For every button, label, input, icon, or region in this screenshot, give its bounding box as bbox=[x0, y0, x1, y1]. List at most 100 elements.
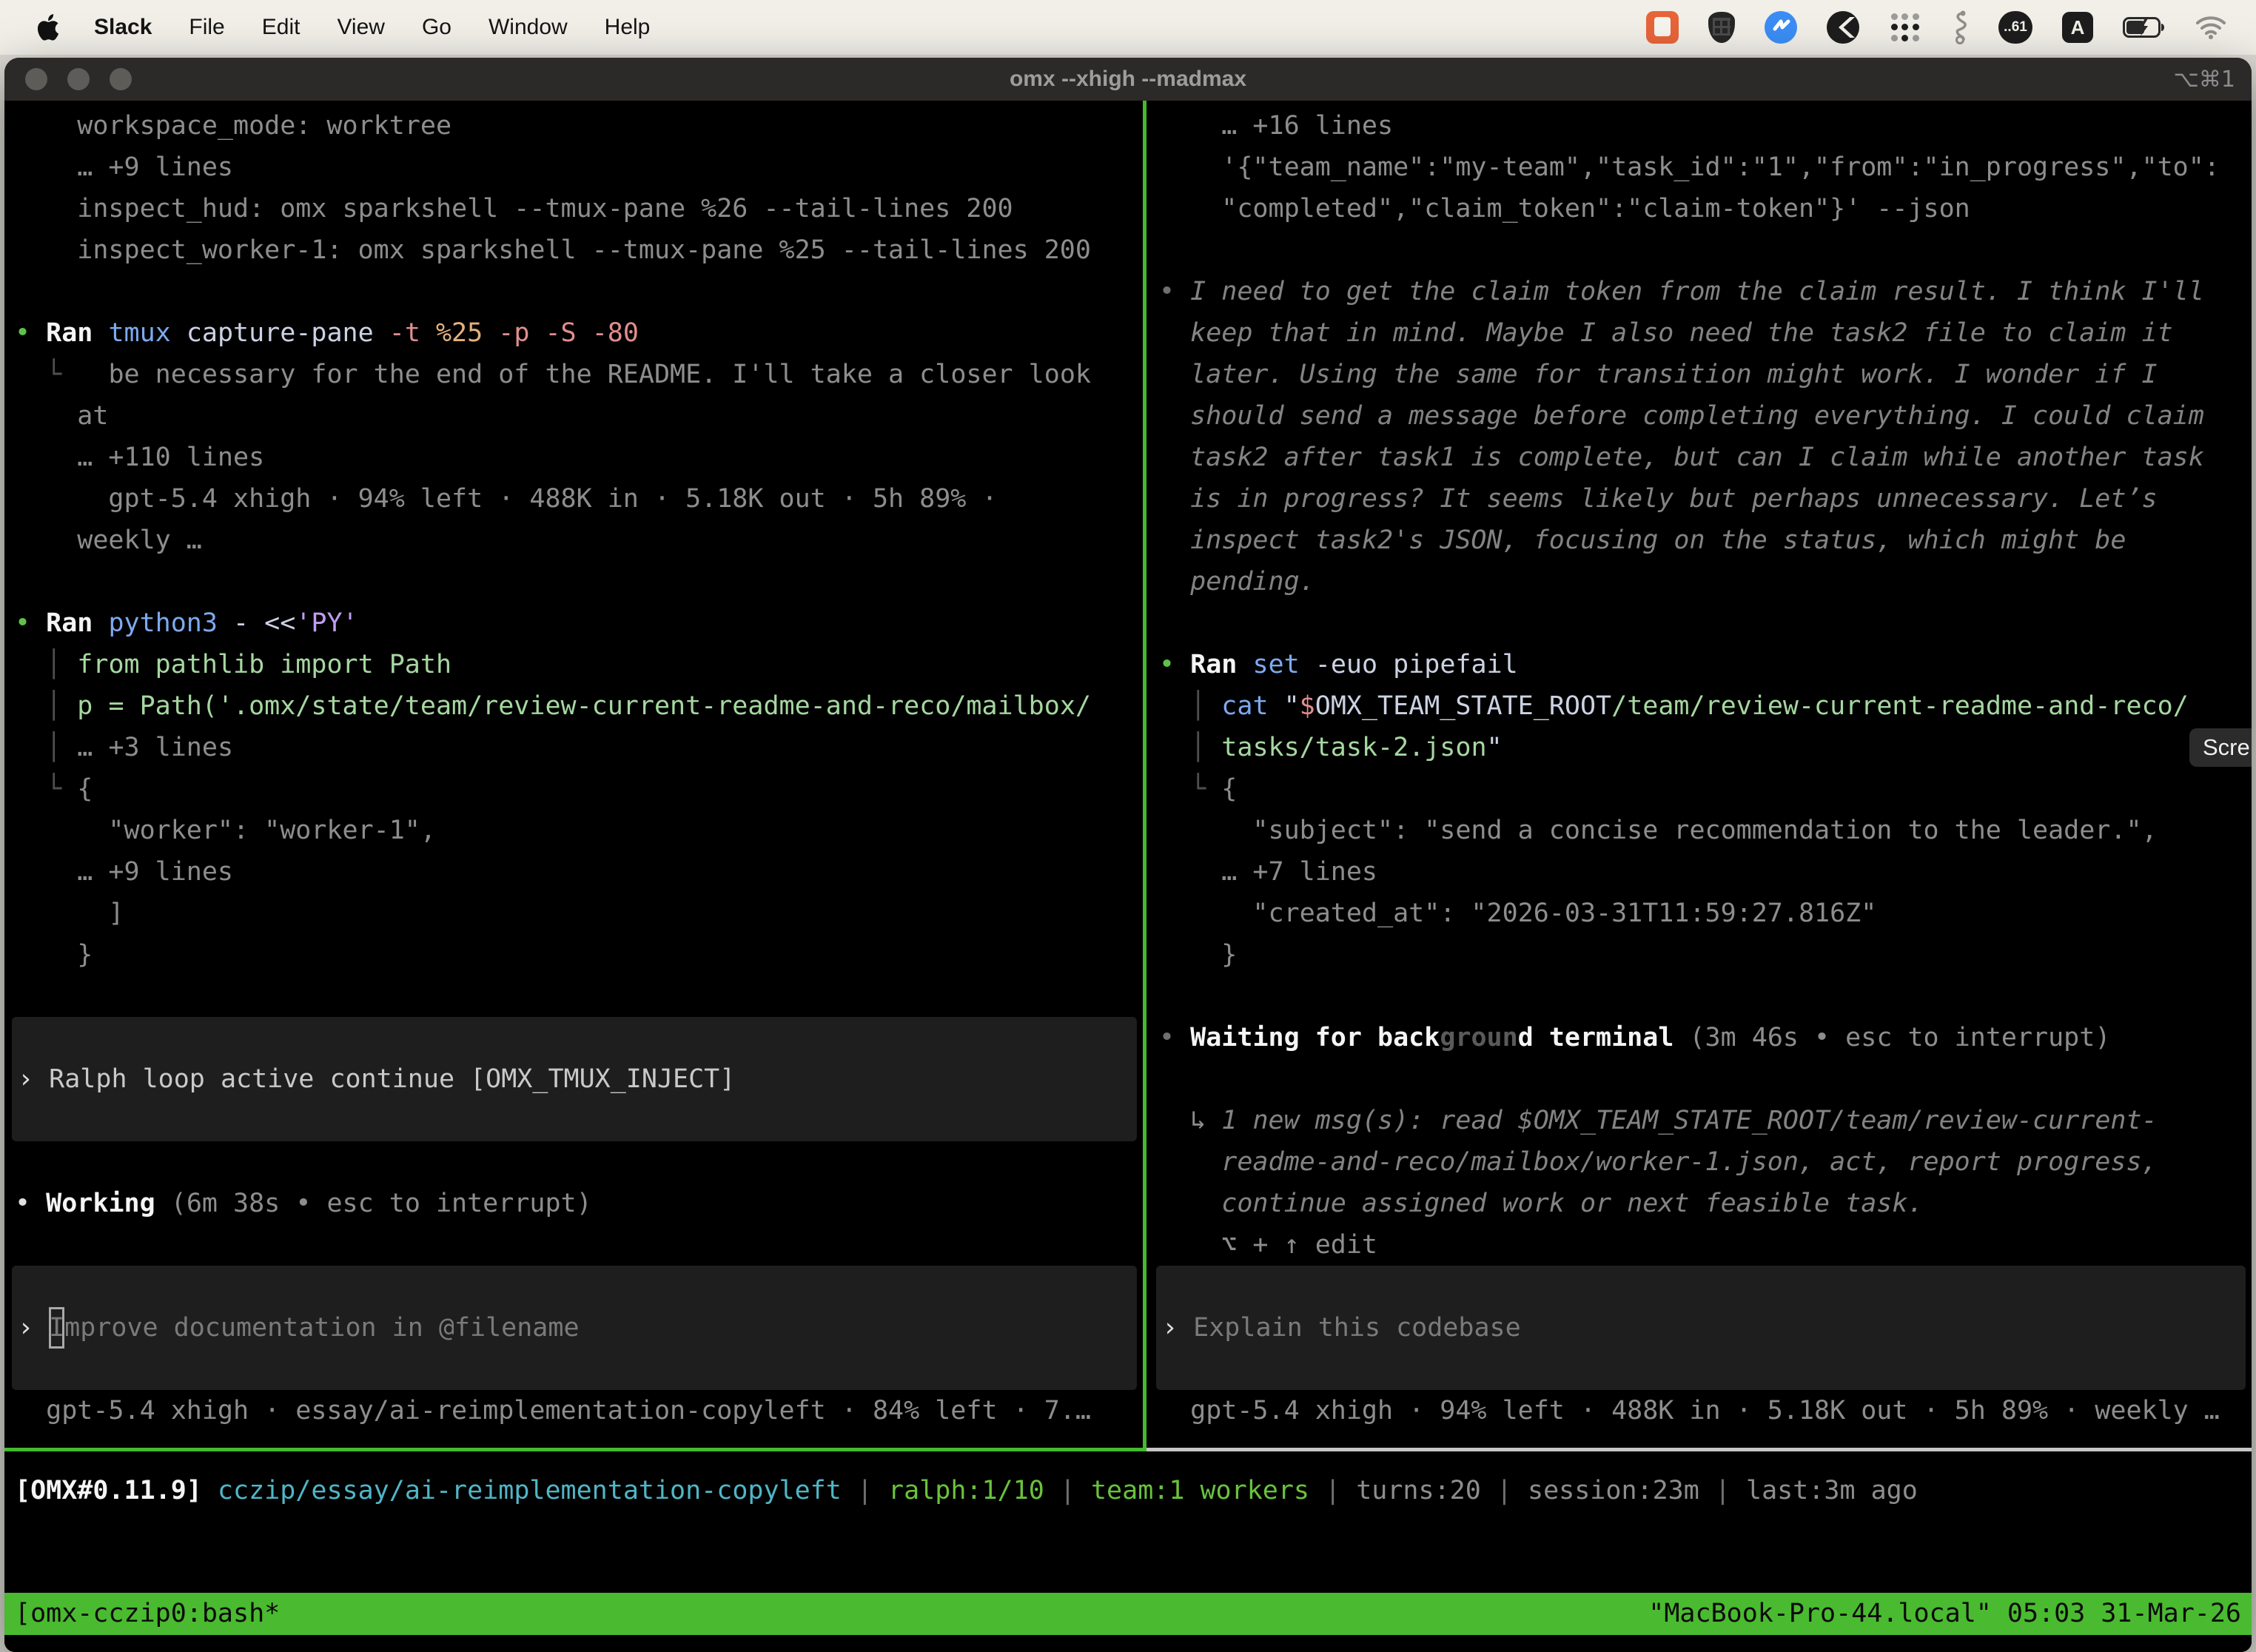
input-source-icon[interactable]: A bbox=[2062, 12, 2093, 43]
terminal-line: • Ran tmux capture-pane -t %25 -p -S -80 bbox=[4, 312, 1143, 354]
menu-item-window[interactable]: Window bbox=[470, 15, 586, 40]
terminal-line: at bbox=[4, 395, 1143, 437]
terminal-window: omx --xhigh --madmax ⌥⌘1 workspace_mode:… bbox=[4, 58, 2252, 1652]
terminal-line: pending. bbox=[1149, 561, 2252, 602]
screen-share-tooltip: Scre bbox=[2189, 728, 2252, 767]
zoom-button[interactable] bbox=[110, 68, 132, 90]
pane-divider[interactable] bbox=[1143, 101, 1147, 1451]
terminal-line: task2 after task1 is complete, but can I… bbox=[1149, 437, 2252, 478]
terminal-line: │ p = Path('.omx/state/team/review-curre… bbox=[4, 685, 1143, 727]
terminal-line: "worker": "worker-1", bbox=[4, 810, 1143, 851]
tmux-pane-left[interactable]: workspace_mode: worktree … +9 lines insp… bbox=[4, 101, 1143, 1449]
terminal-line bbox=[4, 976, 1143, 1017]
terminal-line: later. Using the same for transition mig… bbox=[1149, 354, 2252, 395]
menu-item-edit[interactable]: Edit bbox=[244, 15, 319, 40]
prompt-input[interactable]: › Explain this codebase bbox=[1156, 1266, 2246, 1390]
terminal-line: inspect task2's JSON, focusing on the st… bbox=[1149, 520, 2252, 561]
terminal-line bbox=[4, 1224, 1143, 1266]
terminal-line: continue assigned work or next feasible … bbox=[1149, 1183, 2252, 1224]
dots-grid-icon[interactable] bbox=[1889, 11, 1921, 44]
terminal-line bbox=[4, 1141, 1143, 1183]
terminal-line: keep that in mind. Maybe I also need the… bbox=[1149, 312, 2252, 354]
screen-record-icon[interactable] bbox=[1646, 11, 1679, 44]
terminal-line: ] bbox=[4, 893, 1143, 934]
text-cursor: I bbox=[49, 1307, 64, 1349]
terminal-line bbox=[1149, 1058, 2252, 1100]
terminal-line bbox=[1149, 602, 2252, 644]
terminal-line: [OMX#0.11.9] cczip/essay/ai-reimplementa… bbox=[4, 1470, 2252, 1511]
terminal-line: inspect_hud: omx sparkshell --tmux-pane … bbox=[4, 188, 1143, 229]
terminal-line: "created_at": "2026-03-31T11:59:27.816Z" bbox=[1149, 893, 2252, 934]
tmux-pane-right[interactable]: … +16 lines '{"team_name":"my-team","tas… bbox=[1149, 101, 2252, 1449]
menu-item-file[interactable]: File bbox=[170, 15, 243, 40]
terminal-line bbox=[1149, 229, 2252, 271]
terminal-line: • Ran set -euo pipefail bbox=[1149, 644, 2252, 685]
queued-message: › Ralph loop active continue [OMX_TMUX_I… bbox=[12, 1017, 1137, 1141]
tmux-session-label: [omx-cczip0:bash* bbox=[15, 1593, 280, 1635]
terminal-line: … +110 lines bbox=[4, 437, 1143, 478]
omx-hud-pane[interactable]: [OMX#0.11.9] cczip/essay/ai-reimplementa… bbox=[4, 1470, 2252, 1511]
terminal-line: │ cat "$OMX_TEAM_STATE_ROOT/team/review-… bbox=[1149, 685, 2252, 727]
window-shortcut-badge: ⌥⌘1 bbox=[2173, 67, 2235, 93]
menu-item-view[interactable]: View bbox=[318, 15, 403, 40]
terminal-line: gpt-5.4 xhigh · essay/ai-reimplementatio… bbox=[4, 1390, 1143, 1431]
terminal-line: gpt-5.4 xhigh · 94% left · 488K in · 5.1… bbox=[1149, 1390, 2252, 1431]
terminal-line: … +16 lines bbox=[1149, 105, 2252, 147]
prompt-line: › Improve documentation in @filename bbox=[12, 1307, 580, 1349]
terminal-line: readme-and-reco/mailbox/worker-1.json, a… bbox=[1149, 1141, 2252, 1183]
terminal-line bbox=[4, 271, 1143, 312]
terminal-line: └ be necessary for the end of the README… bbox=[4, 354, 1143, 395]
terminal-line: '{"team_name":"my-team","task_id":"1","f… bbox=[1149, 147, 2252, 188]
terminal-line: • Waiting for background terminal (3m 46… bbox=[1149, 1017, 2252, 1058]
terminal-line: } bbox=[4, 934, 1143, 976]
terminal-line: workspace_mode: worktree bbox=[4, 105, 1143, 147]
tmux-host-clock-label: "MacBook-Pro-44.local" 05:03 31-Mar-26 bbox=[1648, 1593, 2241, 1635]
menu-bar: Slack File Edit View Go Window Help ..61… bbox=[0, 0, 2256, 55]
terminal-line: … +9 lines bbox=[4, 851, 1143, 893]
terminal-line: should send a message before completing … bbox=[1149, 395, 2252, 437]
terminal-line bbox=[4, 561, 1143, 602]
prompt-line: › Ralph loop active continue [OMX_TMUX_I… bbox=[12, 1058, 735, 1100]
terminal-line: "completed","claim_token":"claim-token"}… bbox=[1149, 188, 2252, 229]
shield-grid-icon[interactable] bbox=[1708, 12, 1735, 43]
terminal-line: inspect_worker-1: omx sparkshell --tmux-… bbox=[4, 229, 1143, 271]
speedtest-icon[interactable] bbox=[1765, 11, 1797, 44]
terminal-line: • I need to get the claim token from the… bbox=[1149, 271, 2252, 312]
menu-item-app[interactable]: Slack bbox=[75, 15, 170, 40]
terminal-line: │ from pathlib import Path bbox=[4, 644, 1143, 685]
pane-bottom-border-active bbox=[4, 1448, 1147, 1451]
terminal-content: workspace_mode: worktree … +9 lines insp… bbox=[4, 101, 2252, 1652]
terminal-line: is in progress? It seems likely but perh… bbox=[1149, 478, 2252, 520]
terminal-line: … +9 lines bbox=[4, 147, 1143, 188]
battery-percent-badge-icon[interactable]: ..61 bbox=[1998, 11, 2032, 44]
terminal-line: weekly … bbox=[4, 520, 1143, 561]
tooltip-label: Scre bbox=[2203, 734, 2250, 761]
squiggle-icon[interactable] bbox=[1951, 10, 1969, 44]
terminal-line: … +7 lines bbox=[1149, 851, 2252, 893]
prompt-line: › Explain this codebase bbox=[1156, 1307, 1521, 1349]
terminal-line: └ { bbox=[1149, 768, 2252, 810]
apple-menu-icon[interactable] bbox=[37, 14, 59, 41]
menu-item-help[interactable]: Help bbox=[586, 15, 669, 40]
terminal-line: • Working (6m 38s • esc to interrupt) bbox=[4, 1183, 1143, 1224]
terminal-line: └ { bbox=[4, 768, 1143, 810]
terminal-line: ↳ 1 new msg(s): read $OMX_TEAM_STATE_ROO… bbox=[1149, 1100, 2252, 1141]
terminal-line: ⌥ + ↑ edit bbox=[1149, 1224, 2252, 1266]
terminal-line: • Ran python3 - <<'PY' bbox=[4, 602, 1143, 644]
prompt-input[interactable]: › Improve documentation in @filename bbox=[12, 1266, 1137, 1390]
camera-shutter-icon[interactable] bbox=[1827, 11, 1859, 44]
terminal-line: } bbox=[1149, 934, 2252, 976]
battery-icon[interactable] bbox=[2123, 17, 2166, 38]
window-title: omx --xhigh --madmax bbox=[1010, 67, 1246, 92]
wifi-icon[interactable] bbox=[2195, 16, 2226, 39]
terminal-line: │ tasks/task-2.json" bbox=[1149, 727, 2252, 768]
window-titlebar[interactable]: omx --xhigh --madmax ⌥⌘1 bbox=[4, 58, 2252, 101]
menu-item-go[interactable]: Go bbox=[403, 15, 470, 40]
pane-bottom-border-inactive bbox=[1147, 1448, 2252, 1451]
tmux-status-bar: [omx-cczip0:bash* "MacBook-Pro-44.local"… bbox=[4, 1593, 2252, 1635]
close-button[interactable] bbox=[25, 68, 47, 90]
minimize-button[interactable] bbox=[67, 68, 90, 90]
terminal-line: gpt-5.4 xhigh · 94% left · 488K in · 5.1… bbox=[4, 478, 1143, 520]
terminal-line: │ … +3 lines bbox=[4, 727, 1143, 768]
terminal-line bbox=[1149, 976, 2252, 1017]
